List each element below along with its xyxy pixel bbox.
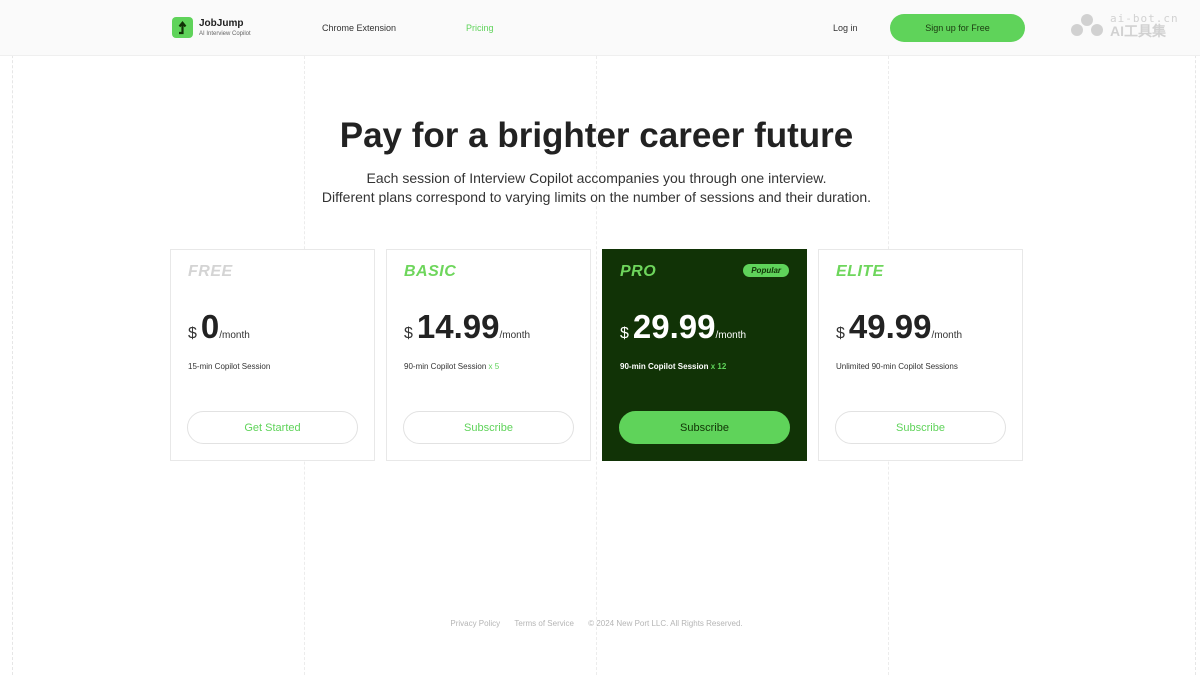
watermark: ai-bot.cn AI工具集 [1068, 12, 1179, 38]
feature-text: 90-min Copilot Session [620, 362, 709, 371]
watermark-logo-icon [1071, 14, 1103, 36]
currency-symbol: $ [620, 325, 629, 342]
subtitle-line: Each session of Interview Copilot accomp… [366, 170, 827, 186]
session-multiplier: x 5 [488, 362, 500, 371]
price-period: /month [715, 330, 747, 341]
subscribe-elite-button[interactable]: Subscribe [835, 411, 1006, 444]
watermark-domain: ai-bot.cn [1110, 11, 1179, 25]
plan-price: $ 29.99 /month [620, 308, 746, 346]
copyright-text: © 2024 New Port LLC. All Rights Reserved… [588, 619, 743, 628]
price-amount: 29.99 [632, 308, 716, 345]
privacy-policy-link[interactable]: Privacy Policy [450, 619, 500, 628]
footer: Privacy Policy Terms of Service © 2024 N… [0, 619, 1193, 628]
plan-feature: 90-min Copilot Session x 12 [620, 362, 726, 371]
plan-name: PRO [620, 263, 657, 280]
page-subtitle: Each session of Interview Copilot accomp… [0, 169, 1193, 207]
plan-card-pro: PRO Popular $ 29.99 /month 90-min Copilo… [602, 249, 807, 461]
nav-pricing[interactable]: Pricing [466, 23, 494, 33]
feature-text: Unlimited 90-min Copilot Sessions [836, 362, 958, 371]
popular-badge: Popular [743, 264, 789, 277]
price-amount: 14.99 [416, 308, 500, 345]
price-amount: 0 [200, 308, 220, 345]
signup-button[interactable]: Sign up for Free [890, 14, 1025, 42]
subscribe-pro-button[interactable]: Subscribe [619, 411, 790, 444]
logo-name: JobJump [199, 17, 244, 29]
currency-symbol: $ [188, 325, 197, 342]
plan-price: $ 0 /month [188, 308, 250, 346]
login-link[interactable]: Log in [833, 23, 858, 33]
session-multiplier: x 12 [710, 362, 727, 371]
page-title: Pay for a brighter career future [339, 116, 854, 155]
watermark-title: AI工具集 [1110, 22, 1166, 39]
price-period: /month [499, 330, 531, 341]
logo-tagline: AI Interview Copilot [199, 30, 251, 37]
plan-feature: 15-min Copilot Session [188, 362, 270, 371]
logo-arrow-icon [172, 17, 193, 38]
currency-symbol: $ [404, 325, 413, 342]
price-amount: 49.99 [848, 308, 932, 345]
subscribe-basic-button[interactable]: Subscribe [403, 411, 574, 444]
price-period: /month [219, 330, 250, 341]
plan-price: $ 49.99 /month [836, 308, 962, 346]
plan-card-free: FREE $ 0 /month 15-min Copilot Session G… [170, 249, 375, 461]
subtitle-line: Different plans correspond to varying li… [321, 189, 872, 205]
plan-price: $ 14.99 /month [404, 308, 530, 346]
plan-feature: Unlimited 90-min Copilot Sessions [836, 362, 958, 371]
terms-of-service-link[interactable]: Terms of Service [514, 619, 574, 628]
plan-name: ELITE [836, 263, 884, 280]
top-navbar: JobJump AI Interview Copilot Chrome Exte… [0, 0, 1200, 56]
price-period: /month [931, 330, 963, 341]
feature-text: 90-min Copilot Session [404, 362, 487, 371]
plan-card-basic: BASIC $ 14.99 /month 90-min Copilot Sess… [386, 249, 591, 461]
currency-symbol: $ [836, 325, 845, 342]
get-started-button[interactable]: Get Started [187, 411, 358, 444]
nav-chrome-extension[interactable]: Chrome Extension [322, 23, 396, 33]
logo[interactable]: JobJump AI Interview Copilot [172, 17, 251, 38]
plan-card-elite: ELITE $ 49.99 /month Unlimited 90-min Co… [818, 249, 1023, 461]
plan-name: FREE [188, 263, 233, 280]
feature-text: 15-min Copilot Session [188, 362, 271, 371]
plan-name: BASIC [404, 263, 457, 280]
plan-feature: 90-min Copilot Session x 5 [404, 362, 499, 371]
